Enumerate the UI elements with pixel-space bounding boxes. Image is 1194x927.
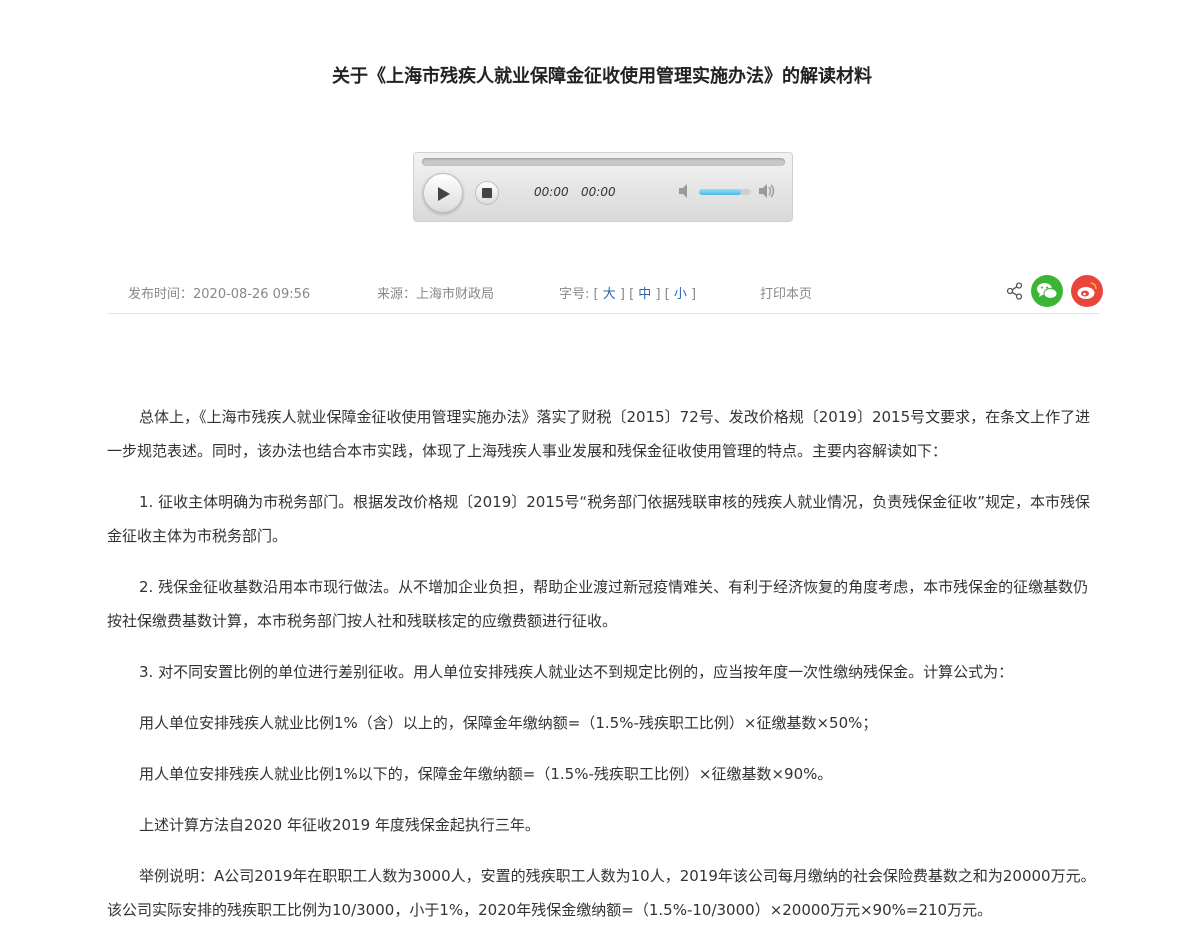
stop-button[interactable] <box>475 181 499 205</box>
page-title: 关于《上海市残疾人就业保障金征收使用管理实施办法》的解读材料 <box>332 66 872 87</box>
weibo-icon[interactable] <box>1071 275 1103 307</box>
font-size-label: 字号: <box>559 287 590 302</box>
paragraph-intro: 总体上，《上海市残疾人就业保障金征收使用管理实施办法》落实了财税〔2015〕72… <box>107 408 1091 460</box>
paragraph-point-2: 2. 残保金征收基数沿用本市现行做法。从不增加企业负担，帮助企业渡过新冠疫情难关… <box>107 578 1089 630</box>
font-size-control: 字号: [ 大 ] [ 中 ] [ 小 ] <box>559 287 697 302</box>
article-body: 总体上，《上海市残疾人就业保障金征收使用管理实施办法》落实了财税〔2015〕72… <box>107 400 1100 927</box>
paragraph-point-1: 1. 征收主体明确为市税务部门。根据发改价格规〔2019〕2015号“税务部门依… <box>107 493 1090 545</box>
paragraph-effective-period: 上述计算方法自2020 年征收2019 年度残保金起执行三年。 <box>139 816 540 834</box>
formula-above-1pct: 用人单位安排残疾人就业比例1%（含）以上的，保障金年缴纳额=（1.5%-残疾职工… <box>139 714 878 732</box>
progress-bar[interactable] <box>422 158 785 166</box>
mute-icon[interactable] <box>678 183 694 199</box>
volume-icon[interactable] <box>758 183 776 199</box>
formula-below-1pct: 用人单位安排残疾人就业比例1%以下的，保障金年缴纳额=（1.5%-残疾职工比例）… <box>139 765 833 783</box>
font-medium-link[interactable]: 中 <box>638 287 651 302</box>
stop-icon <box>482 188 492 198</box>
print-link[interactable]: 打印本页 <box>760 283 812 302</box>
font-small-link[interactable]: 小 <box>674 287 687 302</box>
share-icon[interactable] <box>1006 282 1024 300</box>
meta-divider <box>107 313 1100 314</box>
audio-player: 00:00 00:00 <box>413 152 793 222</box>
source: 来源：上海市财政局 <box>377 287 495 302</box>
volume-slider[interactable] <box>699 189 751 195</box>
volume-level <box>699 189 741 195</box>
publish-time: 发布时间：2020-08-26 09:56 <box>128 287 311 302</box>
paragraph-point-3: 3. 对不同安置比例的单位进行差别征收。用人单位安排残疾人就业达不到规定比例的，… <box>139 663 1014 681</box>
current-time: 00:00 <box>534 185 569 199</box>
play-icon <box>438 187 450 201</box>
font-large-link[interactable]: 大 <box>603 287 616 302</box>
paragraph-example: 举例说明：A公司2019年在职职工人数为3000人，安置的残疾职工人数为10人，… <box>107 867 1096 919</box>
wechat-icon[interactable] <box>1031 275 1063 307</box>
duration-time: 00:00 <box>581 185 616 199</box>
play-button[interactable] <box>423 173 463 213</box>
